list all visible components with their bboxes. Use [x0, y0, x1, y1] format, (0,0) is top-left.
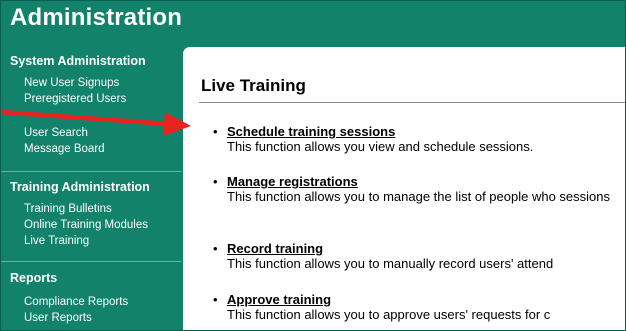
- entry-description: This function allows you to manage the l…: [227, 189, 610, 204]
- bullet-icon: •: [213, 124, 218, 139]
- entry-description: This function allows you to manually rec…: [227, 256, 554, 271]
- entry-description: This function allows you to approve user…: [227, 307, 551, 322]
- entry-description: This function allows you view and schedu…: [227, 139, 534, 154]
- list-item: • Manage registrations This function all…: [213, 174, 625, 205]
- record-training-link[interactable]: Record training: [227, 241, 625, 256]
- sidebar-heading-reports: Reports: [10, 271, 58, 285]
- schedule-training-sessions-link[interactable]: Schedule training sessions: [227, 124, 625, 139]
- bullet-icon: •: [213, 174, 218, 189]
- sidebar-heading-system-administration: System Administration: [10, 54, 146, 68]
- sidebar-divider: [1, 261, 181, 262]
- bullet-icon: •: [213, 241, 218, 256]
- approve-training-link[interactable]: Approve training: [227, 292, 625, 307]
- annotation-arrow-icon: [1, 109, 191, 136]
- sidebar-divider: [1, 171, 181, 172]
- app-title: Administration: [10, 4, 183, 31]
- manage-registrations-link[interactable]: Manage registrations: [227, 174, 625, 189]
- bullet-icon: •: [213, 292, 218, 307]
- page-title: Live Training: [201, 76, 306, 95]
- list-item: • Schedule training sessions This functi…: [213, 124, 625, 155]
- sidebar-item-training-bulletins[interactable]: Training Bulletins: [24, 203, 112, 215]
- sidebar-item-online-training-modules[interactable]: Online Training Modules: [24, 219, 148, 231]
- sidebar-item-compliance-reports[interactable]: Compliance Reports: [24, 296, 128, 308]
- list-item: • Record training This function allows y…: [213, 241, 625, 272]
- sidebar-item-user-reports[interactable]: User Reports: [24, 312, 92, 324]
- app-window: Administration System Administration New…: [0, 0, 626, 331]
- main-panel: Live Training • Schedule training sessio…: [183, 47, 625, 330]
- list-item: • Approve training This function allows …: [213, 292, 625, 323]
- sidebar-heading-training-administration: Training Administration: [10, 180, 150, 194]
- title-divider: [199, 102, 625, 103]
- sidebar-item-message-board[interactable]: Message Board: [24, 143, 105, 155]
- sidebar-item-new-user-signups[interactable]: New User Signups: [24, 77, 119, 89]
- sidebar-item-live-training[interactable]: Live Training: [24, 235, 89, 247]
